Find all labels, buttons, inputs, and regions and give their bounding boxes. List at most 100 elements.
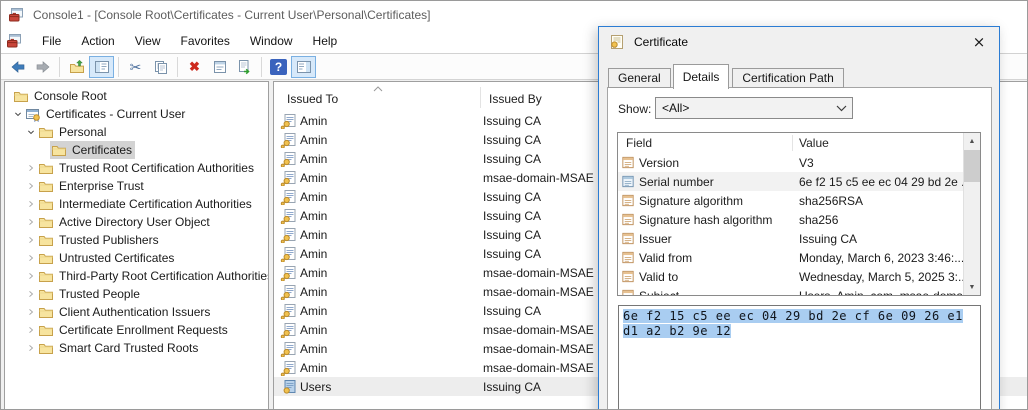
properties-button[interactable]	[207, 56, 232, 78]
scroll-up-icon[interactable]: ▲	[964, 133, 980, 149]
folder-icon	[38, 160, 54, 176]
tab-general[interactable]: General	[608, 68, 671, 88]
tree-item-active-directory-user-object[interactable]: Active Directory User Object	[5, 213, 268, 231]
scroll-down-icon[interactable]: ▼	[964, 279, 980, 295]
tree-item-label: Enterprise Trust	[59, 179, 144, 193]
tab-details[interactable]: Details	[673, 64, 730, 89]
export-list-button[interactable]	[232, 56, 257, 78]
tree-item-smart-card-trusted-roots[interactable]: Smart Card Trusted Roots	[5, 339, 268, 357]
tree-item-label: Client Authentication Issuers	[59, 305, 210, 319]
field-row[interactable]: SubjectUsers, Amin, com, msae-domain	[618, 286, 963, 296]
show-hide-action-pane-button[interactable]	[291, 56, 316, 78]
help-icon: ?	[270, 59, 287, 75]
field-row[interactable]: Valid fromMonday, March 6, 2023 3:46:...	[618, 248, 963, 267]
chevron-expanded-icon[interactable]	[24, 124, 37, 140]
forward-arrow-icon	[35, 59, 51, 75]
chevron-collapsed-icon[interactable]	[24, 250, 37, 266]
up-one-level-button[interactable]	[64, 56, 89, 78]
tree-item-untrusted-certificates[interactable]: Untrusted Certificates	[5, 249, 268, 267]
chevron-down-icon[interactable]	[830, 105, 852, 112]
forward-button[interactable]	[30, 56, 55, 78]
chevron-collapsed-icon[interactable]	[24, 196, 37, 212]
field-row[interactable]: Valid toWednesday, March 5, 2025 3:...	[618, 267, 963, 286]
field-row[interactable]: Signature hash algorithmsha256	[618, 210, 963, 229]
show-dropdown[interactable]: <All>	[655, 97, 853, 119]
help-button[interactable]: ?	[266, 56, 291, 78]
column-divider[interactable]	[480, 87, 481, 108]
chevron-collapsed-icon[interactable]	[24, 160, 37, 176]
tree-item-label: Console Root	[34, 89, 107, 103]
field-row-selected[interactable]: Serial number6e f2 15 c5 ee ec 04 29 bd …	[618, 172, 963, 191]
folder-icon	[38, 340, 54, 356]
column-header-issued-to[interactable]: Issued To	[287, 92, 338, 106]
sort-ascending-icon	[372, 85, 384, 92]
tree-item-intermediate-cas[interactable]: Intermediate Certification Authorities	[5, 195, 268, 213]
folder-icon	[38, 232, 54, 248]
certificate-key-icon	[280, 322, 297, 338]
chevron-collapsed-icon[interactable]	[24, 268, 37, 284]
toolbar-separator	[118, 57, 119, 77]
certificate-key-icon	[280, 284, 297, 300]
tree-item-personal[interactable]: Personal	[5, 123, 268, 141]
scrollbar-thumb[interactable]	[964, 150, 980, 182]
menu-file[interactable]: File	[32, 30, 71, 52]
scissors-icon: ✂	[130, 60, 142, 74]
tree-item-trusted-publishers[interactable]: Trusted Publishers	[5, 231, 268, 249]
field-row[interactable]: VersionV3	[618, 153, 963, 172]
menu-action[interactable]: Action	[71, 30, 124, 52]
column-header-value[interactable]: Value	[799, 136, 829, 150]
tree-item-label: Certificate Enrollment Requests	[59, 323, 228, 337]
grid-header: Field Value	[618, 133, 963, 153]
chevron-collapsed-icon[interactable]	[24, 340, 37, 356]
toolbar-separator	[261, 57, 262, 77]
menu-window[interactable]: Window	[240, 30, 303, 52]
chevron-collapsed-icon[interactable]	[24, 286, 37, 302]
menu-help[interactable]: Help	[303, 30, 348, 52]
console-tree-pane: Console Root Certificates - Current User…	[4, 81, 269, 410]
folder-icon	[51, 142, 67, 158]
tree-item-client-authentication-issuers[interactable]: Client Authentication Issuers	[5, 303, 268, 321]
field-row[interactable]: IssuerIssuing CA	[618, 229, 963, 248]
properties-icon	[212, 59, 228, 75]
tree-item-label: Third-Party Root Certification Authoriti…	[59, 269, 269, 283]
field-row[interactable]: Signature algorithmsha256RSA	[618, 191, 963, 210]
tree-item-enterprise-trust[interactable]: Enterprise Trust	[5, 177, 268, 195]
tree-item-certificates[interactable]: Certificates	[5, 141, 268, 159]
chevron-collapsed-icon[interactable]	[24, 322, 37, 338]
dialog-close-button[interactable]: ×	[969, 32, 989, 52]
copy-button[interactable]	[148, 56, 173, 78]
tree-item-third-party-root-cas[interactable]: Third-Party Root Certification Authoriti…	[5, 267, 268, 285]
chevron-collapsed-icon[interactable]	[24, 232, 37, 248]
console-child-window-icon[interactable]	[6, 33, 22, 49]
delete-button[interactable]: ✖	[182, 56, 207, 78]
back-button[interactable]	[5, 56, 30, 78]
export-list-icon	[237, 59, 253, 75]
menu-view[interactable]: View	[125, 30, 171, 52]
tree-item-certificate-enrollment-requests[interactable]: Certificate Enrollment Requests	[5, 321, 268, 339]
certificate-key-icon	[280, 151, 297, 167]
tree-item-trusted-root-cas[interactable]: Trusted Root Certification Authorities	[5, 159, 268, 177]
cut-button[interactable]: ✂	[123, 56, 148, 78]
menu-favorites[interactable]: Favorites	[171, 30, 240, 52]
folder-icon	[38, 250, 54, 266]
chevron-collapsed-icon[interactable]	[24, 304, 37, 320]
grid-scrollbar[interactable]: ▲ ▼	[963, 133, 980, 295]
certificate-key-icon	[280, 341, 297, 357]
tab-certification-path[interactable]: Certification Path	[732, 68, 843, 88]
certificate-icon	[280, 379, 297, 395]
column-header-issued-by[interactable]: Issued By	[489, 92, 542, 106]
show-hide-console-tree-button[interactable]	[89, 56, 114, 78]
column-divider[interactable]	[792, 135, 793, 151]
folder-icon	[38, 124, 54, 140]
tree-item-console-root[interactable]: Console Root	[5, 87, 268, 105]
certificate-key-icon	[280, 246, 297, 262]
chevron-collapsed-icon[interactable]	[24, 214, 37, 230]
window-title: Console1 - [Console Root\Certificates - …	[33, 8, 431, 22]
serial-number-hex-view[interactable]: 6e f2 15 c5 ee ec 04 29 bd 2e cf 6e 09 2…	[618, 305, 981, 410]
chevron-expanded-icon[interactable]	[11, 106, 24, 122]
dialog-title-bar: Certificate ×	[599, 27, 999, 57]
column-header-field[interactable]: Field	[626, 136, 652, 150]
tree-item-trusted-people[interactable]: Trusted People	[5, 285, 268, 303]
chevron-collapsed-icon[interactable]	[24, 178, 37, 194]
tree-item-certificates-current-user[interactable]: Certificates - Current User	[5, 105, 268, 123]
